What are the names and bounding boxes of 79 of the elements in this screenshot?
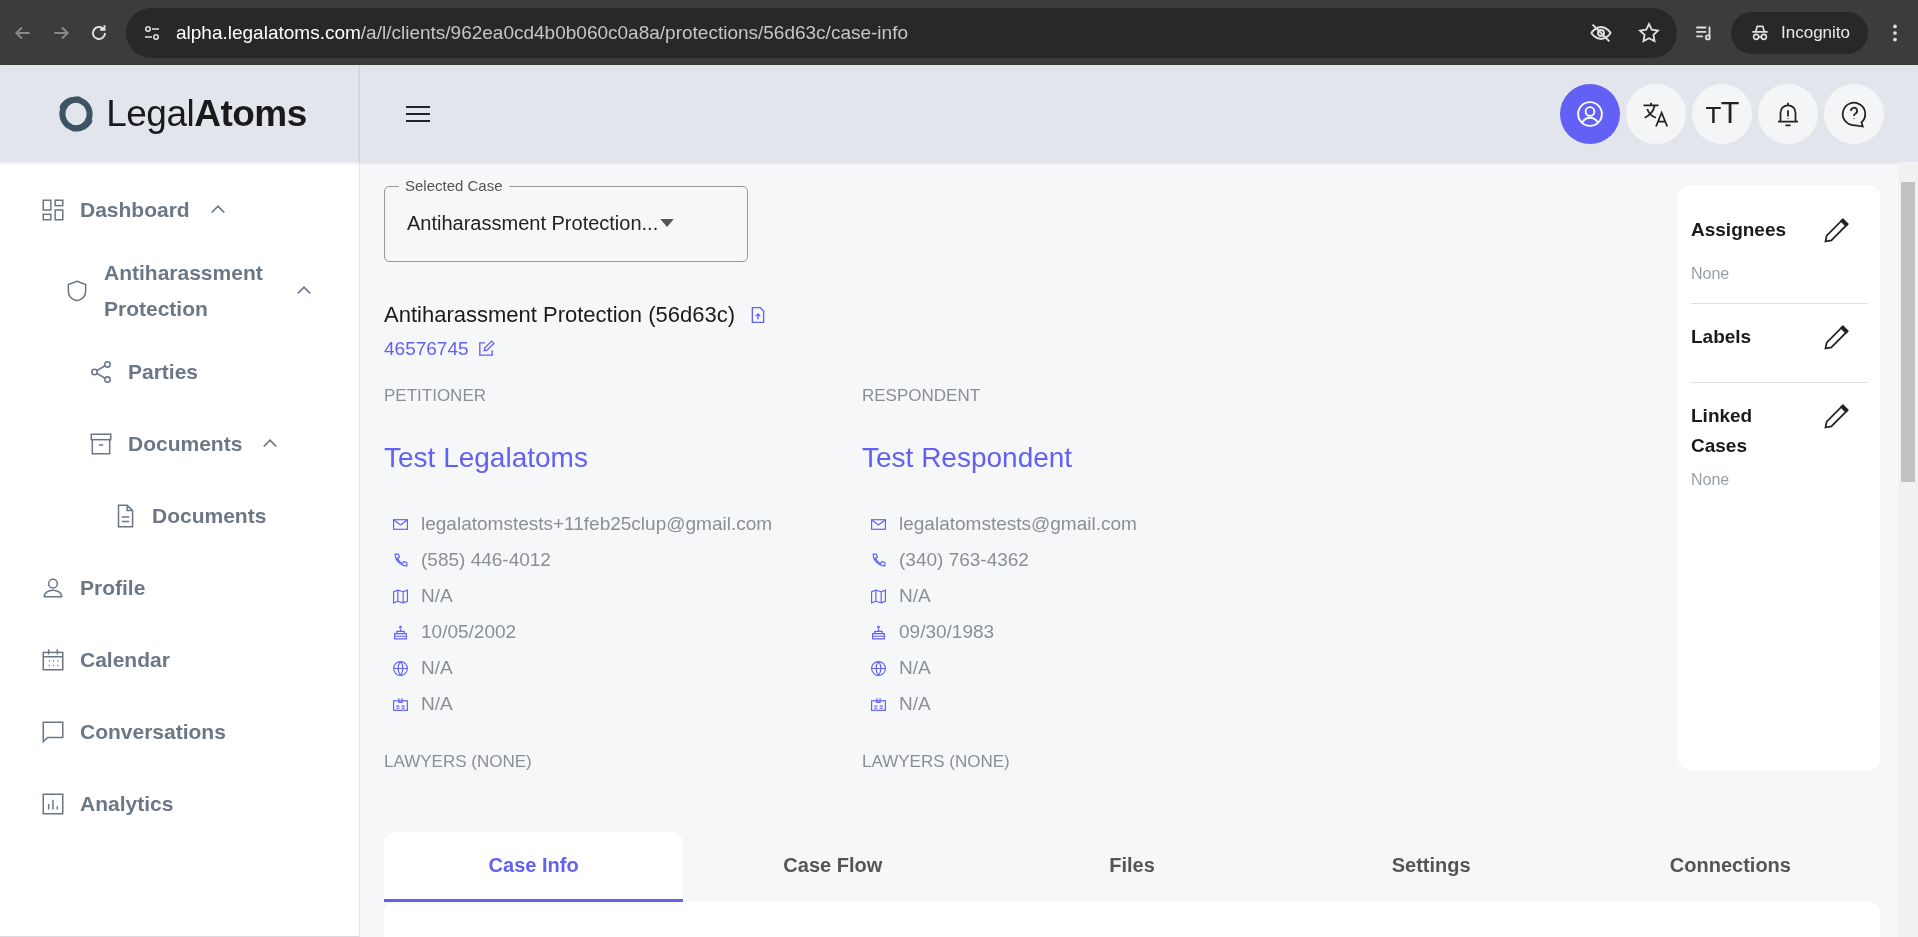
lawyers-label: LAWYERS (NONE)	[862, 752, 1011, 772]
phone-icon	[392, 551, 409, 569]
selected-case-dropdown[interactable]: Selected Case Antiharassment Protection...	[384, 178, 748, 262]
globe-icon	[870, 659, 887, 677]
scrollbar[interactable]	[1898, 162, 1918, 937]
chat-icon	[40, 719, 66, 745]
birthday-icon	[392, 623, 409, 641]
contact-detail: legalatomstests+11feb25clup@gmail.com	[421, 513, 773, 535]
birthday-icon	[870, 623, 887, 641]
party-role: PETITIONER	[384, 386, 487, 406]
sidebar-item[interactable]: Documents	[0, 480, 359, 552]
sidebar-item[interactable]: Analytics	[0, 768, 359, 840]
sidebar-item-label: Conversations	[80, 720, 226, 744]
tab[interactable]: Case Flow	[683, 832, 983, 902]
contact-detail: N/A	[421, 657, 453, 679]
sidebar-item-label: Antiharassment Protection	[104, 260, 264, 322]
incognito-button[interactable]: Incognito	[1731, 11, 1868, 54]
section-value: None	[1691, 471, 1731, 489]
star-icon[interactable]	[1637, 20, 1661, 45]
sidebar-item-label: Documents	[128, 432, 243, 456]
section-title: Labels	[1691, 325, 1753, 349]
archive-icon	[88, 431, 114, 457]
edit-link-icon[interactable]	[476, 340, 495, 358]
address-bar[interactable]: alpha.legalatoms.com/a/l/clients/962ea0cd4b0b060c0a8a/protections/56d63c/case-info	[126, 7, 1677, 58]
party-role: RESPONDENT	[862, 386, 982, 406]
tab[interactable]: Files	[982, 832, 1282, 902]
tab[interactable]: Connections	[1580, 832, 1880, 902]
party-name-link[interactable]: Test Respondent	[862, 442, 1340, 474]
sidebar-item[interactable]: Conversations	[0, 696, 359, 768]
contact-detail: (340) 763-4362	[899, 549, 1029, 571]
id-icon	[392, 695, 409, 713]
tab[interactable]: Case Info	[384, 832, 684, 902]
contact-detail: N/A	[899, 693, 931, 715]
globe-icon	[392, 659, 409, 677]
id-icon	[870, 695, 887, 713]
sidebar-item[interactable]: Documents	[0, 408, 359, 480]
share-icon	[88, 359, 114, 385]
contact-detail: N/A	[899, 585, 931, 607]
contact-detail: N/A	[421, 693, 453, 715]
chart-icon	[40, 791, 66, 817]
edit-pencil-icon[interactable]	[1822, 217, 1850, 245]
party-name-link[interactable]: Test Legalatoms	[384, 442, 862, 474]
text-size-button[interactable]: ᴛT	[1692, 83, 1752, 144]
contact-detail: 10/05/2002	[421, 621, 517, 643]
edit-pencil-icon[interactable]	[1822, 403, 1850, 431]
lawyers-label: LAWYERS (NONE)	[384, 752, 533, 772]
menu-icon[interactable]	[404, 103, 432, 124]
sidebar-item-label: Calendar	[80, 648, 170, 672]
contact-detail: 09/30/1983	[899, 621, 995, 643]
dashboard-icon	[40, 197, 66, 223]
calendar-icon	[40, 647, 66, 673]
contact-detail: (585) 446-4012	[421, 549, 551, 571]
sidebar-item[interactable]: Antiharassment Protection	[0, 246, 359, 336]
phone-icon	[870, 551, 887, 569]
section-title: Assignees	[1691, 218, 1788, 242]
map-icon	[870, 587, 887, 605]
contact-detail: N/A	[421, 585, 453, 607]
section-title: Linked Cases	[1691, 404, 1754, 458]
sidebar-item-label: Profile	[80, 576, 146, 600]
sidebar-item[interactable]: Calendar	[0, 624, 359, 696]
edit-pencil-icon[interactable]	[1822, 324, 1850, 352]
sidebar-item-label: Documents	[152, 504, 267, 528]
section-value: None	[1691, 265, 1731, 283]
sidebar-item-label: Dashboard	[80, 198, 190, 222]
url-text: alpha.legalatoms.com/a/l/clients/962ea0cd4b0b060c0a8a/protections/56d63c/case-info	[176, 21, 909, 44]
dropdown-caret-icon[interactable]	[660, 219, 675, 228]
contact-detail: legalatomstests@gmail.com	[899, 513, 1137, 535]
contact-detail: N/A	[899, 657, 931, 679]
sidebar-item-label: Analytics	[80, 792, 174, 816]
case-title: Antiharassment Protection (56d63c)	[384, 302, 735, 328]
case-number-link[interactable]: 46576745	[384, 338, 469, 360]
map-icon	[392, 587, 409, 605]
logo-text: LegalAtoms	[106, 92, 307, 135]
sidebar-item[interactable]: Dashboard	[0, 174, 359, 246]
tab[interactable]: Settings	[1281, 832, 1581, 902]
sidebar-item[interactable]: Profile	[0, 552, 359, 624]
user-circle-icon	[1575, 98, 1605, 129]
sidebar-item-label: Parties	[128, 360, 199, 384]
sidebar-item[interactable]: Parties	[0, 336, 359, 408]
